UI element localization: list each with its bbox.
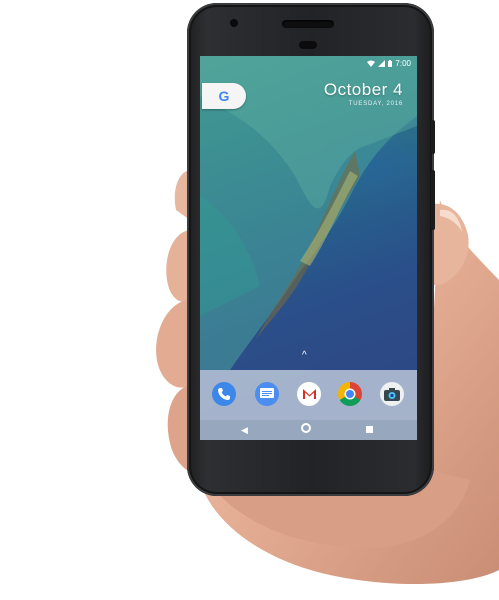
proximity-sensor: [299, 41, 317, 49]
google-search-widget[interactable]: G: [202, 83, 246, 109]
gmail-app[interactable]: [297, 382, 321, 406]
battery-icon: [388, 60, 393, 67]
signal-icon: [378, 60, 386, 67]
front-camera: [230, 19, 238, 27]
volume-button: [431, 170, 435, 230]
camera-app[interactable]: [380, 382, 404, 406]
home-screen: 7:00 G October 4 TUESDAY, 2016 ^ ◀: [200, 56, 417, 440]
phone-icon: [218, 388, 230, 400]
date-subtext: TUESDAY, 2016: [348, 101, 403, 107]
status-time: 7:00: [395, 59, 411, 68]
phone-app[interactable]: [212, 382, 236, 406]
app-dock: [200, 370, 417, 420]
earpiece-speaker: [282, 20, 334, 28]
power-button: [431, 120, 435, 154]
wifi-icon: [367, 60, 376, 67]
chevron-up-icon[interactable]: ^: [302, 350, 307, 361]
back-triangle-icon[interactable]: ◀: [241, 425, 248, 436]
date-widget[interactable]: October 4: [324, 80, 403, 100]
recents-square-icon[interactable]: [366, 426, 373, 433]
messages-app[interactable]: [255, 382, 279, 406]
chrome-icon: [344, 388, 356, 400]
camera-icon: [384, 387, 400, 401]
status-bar: 7:00: [200, 56, 417, 70]
navigation-bar: ◀: [200, 420, 417, 440]
messages-icon: [260, 388, 274, 398]
google-icon: G: [218, 88, 230, 104]
gmail-icon: [301, 388, 317, 400]
chrome-app[interactable]: [338, 382, 362, 406]
home-circle-icon[interactable]: [301, 423, 311, 433]
